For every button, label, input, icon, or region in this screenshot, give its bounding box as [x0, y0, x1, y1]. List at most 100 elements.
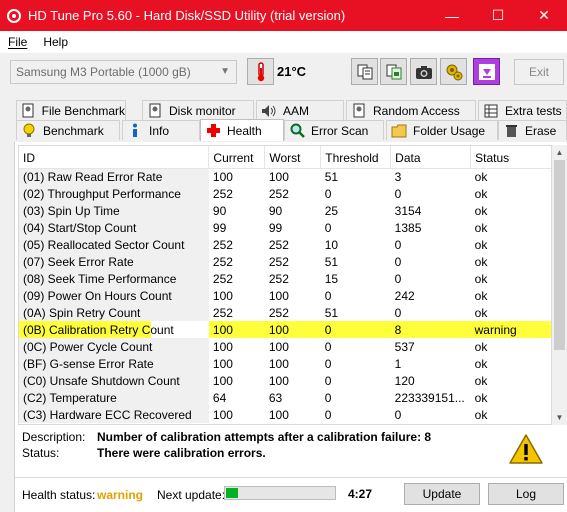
camera-icon[interactable]	[410, 58, 437, 85]
chevron-down-icon: ▼	[220, 66, 230, 77]
cell-data: 537	[394, 339, 415, 354]
status-label: Status:	[22, 446, 60, 460]
tab-folder-usage[interactable]: Folder Usage	[386, 120, 498, 140]
divider	[14, 477, 567, 478]
cell-threshold: 0	[324, 288, 332, 303]
scroll-up-arrow-icon[interactable]: ▲	[552, 145, 567, 160]
cell-threshold: 51	[324, 305, 339, 320]
tab-random-access[interactable]: Random Access	[346, 100, 476, 120]
grid-icon	[483, 103, 499, 119]
cell-data: 0	[394, 237, 402, 252]
cell-status: ok	[474, 203, 488, 218]
table-row[interactable]: (C0) Unsafe Shutdown Count 100 100 0 120 ok	[19, 372, 551, 389]
tab-health[interactable]: Health	[200, 119, 284, 141]
column-header-data[interactable]: Data	[390, 146, 472, 169]
update-button[interactable]: Update	[404, 483, 480, 505]
cell-current: 252	[212, 186, 233, 201]
cell-current: 252	[212, 237, 233, 252]
tab-error-scan[interactable]: Error Scan	[284, 120, 384, 140]
maximize-button[interactable]: ☐	[475, 0, 521, 31]
health-status-value: warning	[97, 488, 144, 502]
description-text: Number of calibration attempts after a c…	[97, 430, 432, 444]
tab-info[interactable]: Info	[122, 120, 200, 140]
menu-help[interactable]: Help	[35, 35, 76, 49]
trash-icon	[503, 123, 519, 139]
tab-benchmark[interactable]: Benchmark	[16, 120, 120, 140]
cell-data: 0	[394, 186, 402, 201]
cell-current: 90	[212, 203, 227, 218]
table-row[interactable]: (08) Seek Time Performance 252 252 15 0 ok	[19, 270, 551, 287]
tab-disk-monitor[interactable]: Disk monitor	[142, 100, 254, 120]
hd-tune-app-icon	[6, 8, 22, 24]
cell-data: 0	[394, 254, 402, 269]
lightbulb-icon	[21, 123, 37, 139]
copy-screenshot-icon[interactable]	[380, 58, 407, 85]
table-row[interactable]: (C3) Hardware ECC Recovered 100 100 0 0 ok	[19, 406, 551, 423]
drive-select-value: Samsung M3 Portable (1000 gB)	[16, 65, 191, 79]
copy-info-icon[interactable]	[351, 58, 378, 85]
scroll-down-arrow-icon[interactable]: ▼	[552, 410, 567, 425]
table-row[interactable]: (02) Throughput Performance 252 252 0 0 ok	[19, 185, 551, 202]
cell-id: (02) Throughput Performance	[19, 185, 209, 202]
cell-worst: 63	[268, 390, 283, 405]
table-row[interactable]: (03) Spin Up Time 90 90 25 3154 ok	[19, 202, 551, 219]
cell-status: ok	[474, 288, 488, 303]
title-bar: HD Tune Pro 5.60 - Hard Disk/SSD Utility…	[0, 0, 567, 31]
cell-id: (0B) Calibration Retry Count	[19, 321, 209, 338]
scroll-thumb[interactable]	[554, 160, 565, 350]
cell-status: ok	[474, 186, 488, 201]
folder-icon	[391, 123, 407, 139]
options-icon[interactable]	[440, 58, 467, 85]
tab-aam[interactable]: AAM	[256, 100, 344, 120]
cell-id: (BF) G-sense Error Rate	[19, 355, 209, 372]
save-icon[interactable]	[473, 58, 500, 85]
next-update-progress	[224, 486, 336, 500]
table-row[interactable]: (C2) Temperature 64 63 0 223339151... ok	[19, 389, 551, 406]
cell-status: warning	[470, 321, 551, 338]
exit-button[interactable]: Exit	[514, 59, 564, 85]
close-button[interactable]: ✕	[521, 0, 567, 31]
health-cross-icon	[205, 123, 221, 139]
table-row[interactable]: (0C) Power Cycle Count 100 100 0 537 ok	[19, 338, 551, 355]
warning-icon	[508, 433, 544, 465]
minimize-button[interactable]: —	[429, 0, 475, 31]
table-row[interactable]: (BF) G-sense Error Rate 100 100 0 1 ok	[19, 355, 551, 372]
table-row[interactable]: (05) Reallocated Sector Count 252 252 10 0 ok	[19, 236, 551, 253]
magnifier-icon	[289, 123, 305, 139]
tab-erase[interactable]: Erase	[498, 120, 567, 140]
menu-file[interactable]: File	[0, 35, 35, 49]
document-icon	[21, 103, 36, 119]
column-header-worst[interactable]: Worst	[264, 146, 322, 169]
cell-status: ok	[474, 254, 488, 269]
cell-id: (C3) Hardware ECC Recovered	[19, 406, 209, 423]
table-scrollbar[interactable]: ▲ ▼	[552, 145, 567, 425]
tab-strip: File Benchmark Disk monitor AAM Random A…	[14, 100, 567, 142]
cell-data: 8	[390, 321, 471, 338]
column-header-id[interactable]: ID	[19, 146, 210, 169]
window-title: HD Tune Pro 5.60 - Hard Disk/SSD Utility…	[28, 8, 346, 23]
log-button[interactable]: Log	[488, 483, 564, 505]
cell-id: (09) Power On Hours Count	[19, 287, 209, 304]
smart-table[interactable]: ID Current Worst Threshold Data Status (…	[18, 145, 552, 425]
cell-status: ok	[474, 339, 488, 354]
cell-current: 252	[212, 254, 233, 269]
tab-file-benchmark[interactable]: File Benchmark	[16, 100, 126, 120]
health-status-label: Health status:	[22, 488, 96, 502]
cell-status: ok	[474, 356, 488, 371]
cell-status: ok	[474, 237, 488, 252]
table-row[interactable]: (01) Raw Read Error Rate 100 100 51 3 ok	[19, 168, 551, 185]
column-header-current[interactable]: Current	[208, 146, 266, 169]
column-header-threshold[interactable]: Threshold	[320, 146, 392, 169]
cell-threshold: 0	[324, 220, 332, 235]
cell-threshold: 15	[324, 271, 339, 286]
table-row[interactable]: (0B) Calibration Retry Count 100 100 0 8 warn…	[19, 321, 551, 338]
info-icon	[127, 123, 143, 139]
table-row[interactable]: (09) Power On Hours Count 100 100 0 242 ok	[19, 287, 551, 304]
drive-select[interactable]: Samsung M3 Portable (1000 gB) ▼	[10, 60, 237, 84]
column-header-status[interactable]: Status	[470, 146, 551, 169]
thermometer-icon[interactable]	[247, 58, 274, 85]
table-row[interactable]: (04) Start/Stop Count 99 99 0 1385 ok	[19, 219, 551, 236]
tab-extra-tests[interactable]: Extra tests	[478, 100, 567, 120]
table-row[interactable]: (07) Seek Error Rate 252 252 51 0 ok	[19, 253, 551, 270]
table-row[interactable]: (0A) Spin Retry Count 252 252 51 0 ok	[19, 304, 551, 321]
